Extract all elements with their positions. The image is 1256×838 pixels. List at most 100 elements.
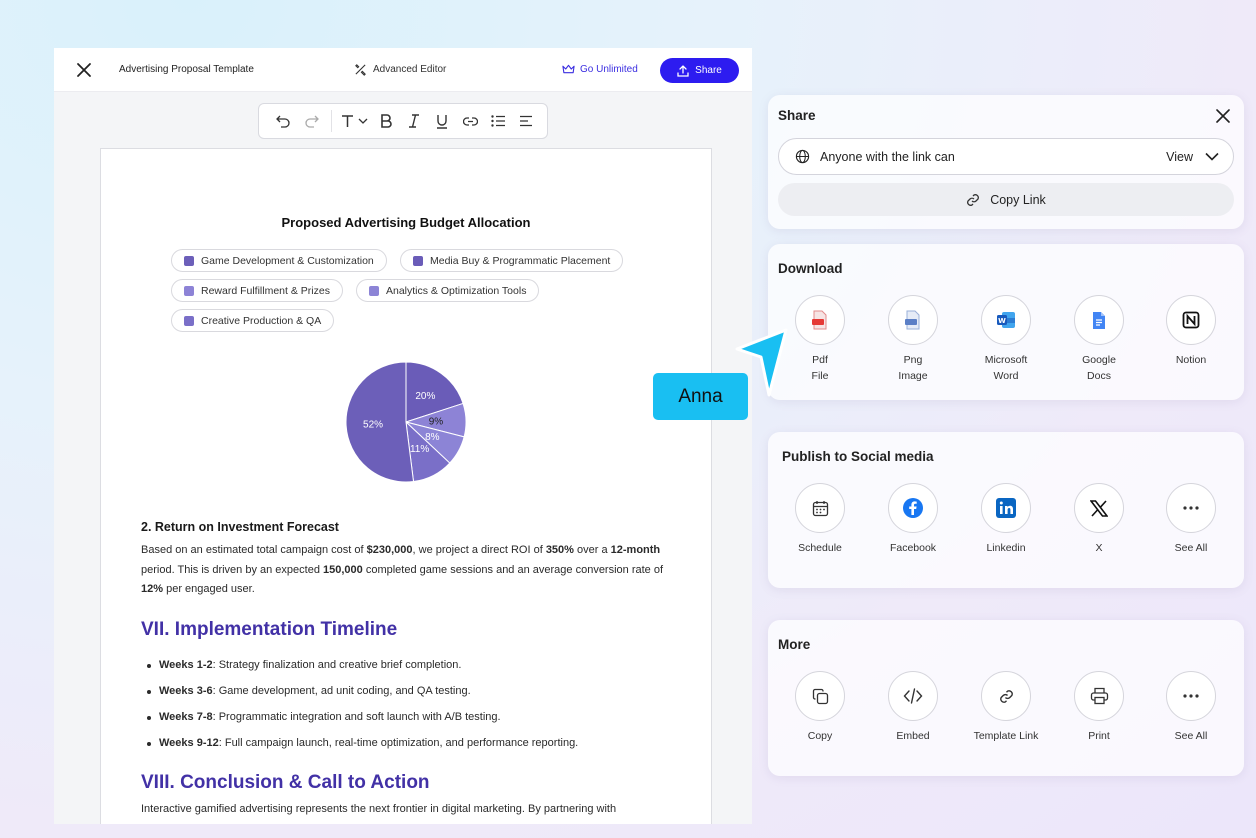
option-label: Google Docs bbox=[1082, 354, 1116, 382]
pie-data-label: 8% bbox=[425, 432, 440, 443]
text-style-dropdown[interactable] bbox=[338, 107, 372, 135]
undo-icon bbox=[275, 115, 290, 128]
legend-swatch bbox=[184, 315, 194, 326]
underline-button[interactable] bbox=[428, 107, 456, 135]
download-option-circle bbox=[888, 295, 938, 345]
more-option-circle bbox=[981, 671, 1031, 721]
toolbar-divider bbox=[331, 110, 332, 132]
option-label: Embed bbox=[896, 730, 930, 742]
more-icon bbox=[1183, 506, 1199, 510]
social-option-circle bbox=[981, 483, 1031, 533]
social-panel: Publish to Social media Schedule Faceboo… bbox=[768, 432, 1244, 588]
svg-text:W: W bbox=[998, 317, 1006, 325]
print-button[interactable]: Print bbox=[1052, 671, 1146, 744]
code-icon bbox=[903, 688, 923, 704]
legend-label: Reward Fulfillment & Prizes bbox=[201, 284, 330, 297]
social-option-circle bbox=[1166, 483, 1216, 533]
format-toolbar bbox=[258, 103, 548, 139]
go-unlimited-button[interactable]: Go Unlimited bbox=[562, 63, 638, 75]
timeline-item: Weeks 9-12: Full campaign launch, real-t… bbox=[146, 737, 579, 749]
copy-link-button[interactable]: Copy Link bbox=[778, 183, 1234, 216]
schedule-button[interactable]: Schedule bbox=[773, 483, 867, 556]
template-link-button[interactable]: Template Link bbox=[959, 671, 1053, 744]
download-google-docs-button[interactable]: Google Docs bbox=[1052, 295, 1146, 384]
bold-icon bbox=[381, 114, 392, 128]
option-label: Png Image bbox=[898, 354, 928, 382]
undo-button[interactable] bbox=[269, 107, 297, 135]
option-label: Template Link bbox=[973, 730, 1039, 742]
bullet-list-button[interactable] bbox=[484, 107, 512, 135]
legend-swatch bbox=[184, 255, 194, 266]
legend-item: Reward Fulfillment & Prizes bbox=[171, 279, 343, 302]
download-png-button[interactable]: Png Image bbox=[866, 295, 960, 384]
download-notion-button[interactable]: Notion bbox=[1144, 295, 1238, 368]
link-access-dropdown[interactable]: Anyone with the link can View bbox=[778, 138, 1234, 175]
link-icon bbox=[967, 193, 980, 206]
option-label: Notion bbox=[1175, 354, 1207, 366]
option-label: See All bbox=[1174, 730, 1208, 742]
italic-icon bbox=[409, 114, 419, 128]
social-panel-title: Publish to Social media bbox=[782, 449, 934, 464]
bold-button[interactable] bbox=[372, 107, 400, 135]
option-label: Schedule bbox=[798, 542, 842, 554]
document-title: Advertising Proposal Template bbox=[119, 64, 254, 75]
legend-label: Game Development & Customization bbox=[201, 254, 374, 267]
budget-pie-chart: 20% 9% 8%11% 52% bbox=[345, 361, 467, 483]
google-docs-icon bbox=[1093, 311, 1105, 329]
option-label: See All bbox=[1174, 542, 1208, 554]
more-option-circle bbox=[1166, 671, 1216, 721]
close-icon[interactable] bbox=[1216, 109, 1230, 123]
more-panel-title: More bbox=[778, 637, 811, 652]
tools-icon bbox=[355, 64, 366, 76]
legend-swatch bbox=[369, 285, 379, 296]
linkedin-button[interactable]: Linkedin bbox=[959, 483, 1053, 556]
document-page[interactable]: Proposed Advertising Budget Allocation G… bbox=[100, 148, 712, 824]
pie-data-label: 9% bbox=[429, 417, 444, 428]
legend-item: Game Development & Customization bbox=[171, 249, 387, 272]
see-all-social-button[interactable]: See All bbox=[1144, 483, 1238, 556]
see-all-more-button[interactable]: See All bbox=[1144, 671, 1238, 744]
link-icon bbox=[462, 116, 478, 126]
chevron-down-icon bbox=[1205, 152, 1219, 161]
png-image-icon bbox=[905, 310, 920, 330]
legend-item: Media Buy & Programmatic Placement bbox=[400, 249, 624, 272]
align-button[interactable] bbox=[512, 107, 540, 135]
facebook-button[interactable]: Facebook bbox=[866, 483, 960, 556]
section-8-paragraph: Interactive gamified advertising represe… bbox=[141, 803, 617, 815]
copy-link-label: Copy Link bbox=[990, 192, 1046, 207]
upload-icon bbox=[677, 64, 689, 77]
close-icon[interactable] bbox=[74, 60, 94, 80]
option-label: Print bbox=[1088, 730, 1110, 742]
share-button[interactable]: Share bbox=[660, 58, 739, 83]
x-button[interactable]: X bbox=[1052, 483, 1146, 556]
more-option-circle bbox=[1074, 671, 1124, 721]
download-option-circle bbox=[1166, 295, 1216, 345]
redo-button[interactable] bbox=[297, 107, 325, 135]
embed-button[interactable]: Embed bbox=[866, 671, 960, 744]
download-word-button[interactable]: W Microsoft Word bbox=[959, 295, 1053, 384]
legend-swatch bbox=[184, 285, 194, 296]
link-button[interactable] bbox=[456, 107, 484, 135]
italic-button[interactable] bbox=[400, 107, 428, 135]
advanced-editor-button[interactable]: Advanced Editor bbox=[354, 63, 446, 76]
printer-icon bbox=[1090, 687, 1108, 705]
notion-icon bbox=[1182, 311, 1200, 329]
copy-button[interactable]: Copy bbox=[773, 671, 867, 744]
legend-item: Analytics & Optimization Tools bbox=[356, 279, 540, 302]
share-panel-title: Share bbox=[778, 108, 816, 123]
calendar-icon bbox=[812, 500, 828, 516]
legend-label: Media Buy & Programmatic Placement bbox=[430, 254, 611, 267]
section-8-heading: VIII. Conclusion & Call to Action bbox=[141, 772, 430, 793]
pdf-file-icon bbox=[812, 310, 827, 330]
pie-data-label: 52% bbox=[363, 420, 383, 431]
download-option-circle bbox=[795, 295, 845, 345]
editor-topbar: Advertising Proposal Template Advanced E… bbox=[54, 48, 752, 92]
timeline-item: Weeks 1-2: Strategy finalization and cre… bbox=[146, 659, 462, 671]
download-panel: Download Pdf File Png Image W Microsoft Wor… bbox=[768, 244, 1244, 400]
bullet-list-icon bbox=[491, 115, 505, 127]
facebook-icon bbox=[903, 498, 923, 518]
text-size-icon bbox=[342, 115, 368, 127]
chart-title: Proposed Advertising Budget Allocation bbox=[281, 215, 531, 230]
social-option-circle bbox=[795, 483, 845, 533]
legend-item: Creative Production & QA bbox=[171, 309, 335, 332]
